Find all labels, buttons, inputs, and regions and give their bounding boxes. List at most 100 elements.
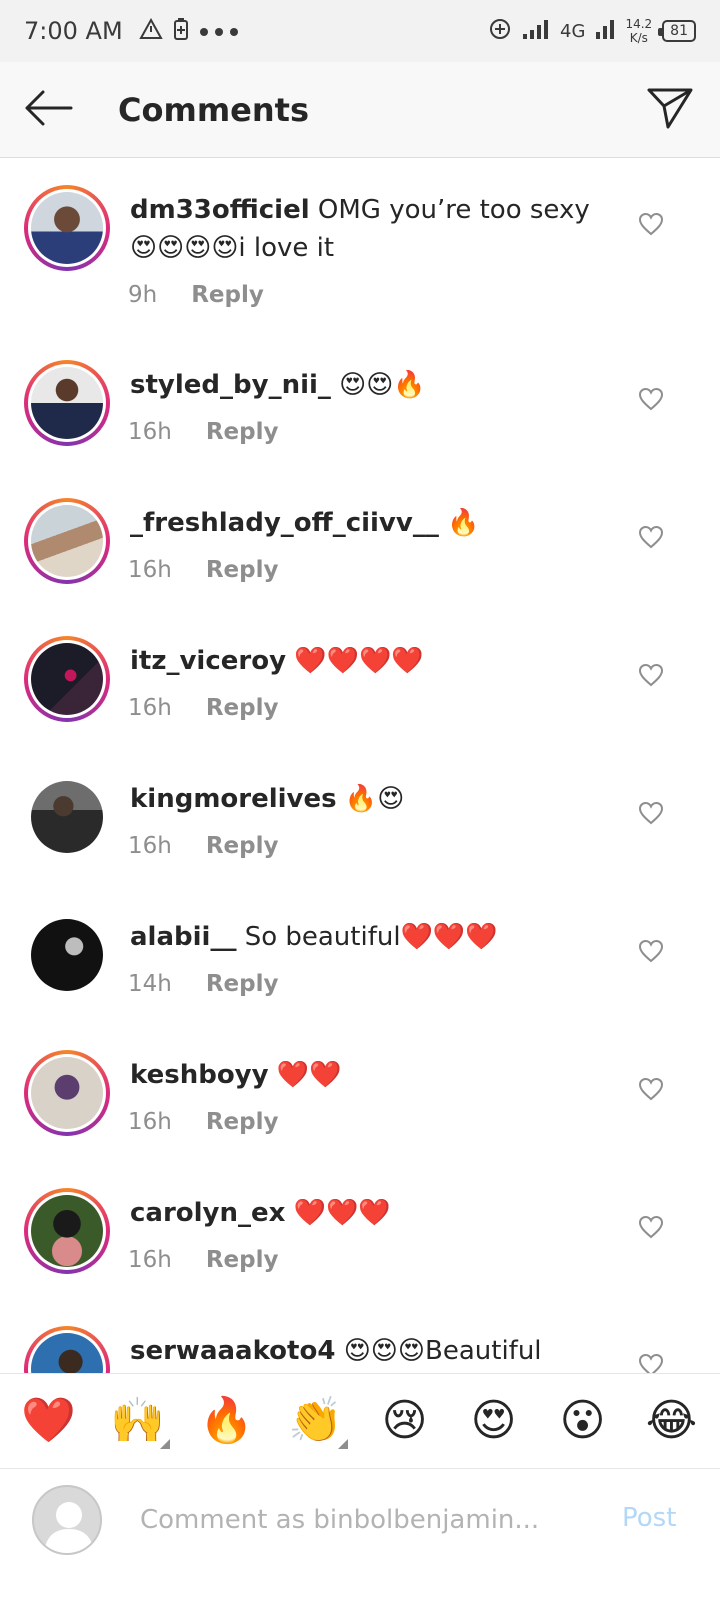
comment-time: 16h xyxy=(128,557,172,583)
comment-item: _freshlady_off_ciivv__ 🔥 16h Reply xyxy=(0,471,720,609)
reply-button[interactable]: Reply xyxy=(206,833,279,859)
comment-time: 14h xyxy=(128,971,172,997)
comment-message: So beautiful❤️❤️❤️ xyxy=(244,922,498,952)
share-button[interactable] xyxy=(644,84,696,136)
heart-outline-icon xyxy=(638,663,664,691)
comment-message: 🔥 xyxy=(447,508,480,538)
like-button[interactable] xyxy=(636,663,666,691)
battery-level: 81 xyxy=(658,20,696,42)
avatar[interactable] xyxy=(24,360,110,446)
comment-meta: 16h Reply xyxy=(128,1109,279,1135)
emoji-quick-bar: ❤️ 🙌 🔥 👏 😢 😍 😮 😂 xyxy=(0,1373,720,1469)
comments-list[interactable]: dm33officiel OMG you’re too sexy😍😍😍😍i lo… xyxy=(0,158,720,1373)
comment-meta: 16h Reply xyxy=(128,419,279,445)
reply-button[interactable]: Reply xyxy=(206,557,279,583)
comment-message: ❤️❤️❤️❤️ xyxy=(294,646,424,676)
network-type-label: 4G xyxy=(560,20,586,42)
heart-outline-icon xyxy=(638,212,664,240)
comment-item: dm33officiel OMG you’re too sexy😍😍😍😍i lo… xyxy=(0,158,720,333)
avatar[interactable] xyxy=(24,636,110,722)
skin-tone-indicator-icon xyxy=(337,1439,348,1449)
emoji-laughing-button[interactable]: 😂 xyxy=(632,1399,712,1443)
reply-button[interactable]: Reply xyxy=(206,1109,279,1135)
comment-username[interactable]: carolyn_ex xyxy=(130,1198,285,1228)
heart-outline-icon xyxy=(638,1077,664,1105)
avatar-image xyxy=(31,367,103,439)
like-button[interactable] xyxy=(636,939,666,967)
avatar[interactable] xyxy=(24,185,110,271)
reply-button[interactable]: Reply xyxy=(206,971,279,997)
avatar[interactable] xyxy=(24,912,110,998)
network-speed-value: 14.2 xyxy=(625,17,653,31)
avatar-image xyxy=(31,505,103,577)
like-button[interactable] xyxy=(636,525,666,553)
comment-message: 😍😍😍Beautiful xyxy=(343,1336,542,1366)
comment-item: keshboyy ❤️❤️ 16h Reply xyxy=(0,1023,720,1161)
comment-username[interactable]: alabii__ xyxy=(130,922,236,952)
like-button[interactable] xyxy=(636,1215,666,1243)
comment-username[interactable]: keshboyy xyxy=(130,1060,269,1090)
heart-outline-icon xyxy=(638,1215,664,1243)
avatar[interactable] xyxy=(24,774,110,860)
emoji-crying-button[interactable]: 😢 xyxy=(365,1399,445,1443)
current-user-avatar xyxy=(32,1485,102,1555)
comment-username[interactable]: itz_viceroy xyxy=(130,646,286,676)
reply-button[interactable]: Reply xyxy=(206,695,279,721)
comment-time: 16h xyxy=(128,695,172,721)
comment-username[interactable]: kingmorelives xyxy=(130,784,337,814)
avatar[interactable] xyxy=(24,498,110,584)
like-button[interactable] xyxy=(636,1077,666,1105)
status-time: 7:00 AM xyxy=(24,17,123,45)
emoji-clap-button[interactable]: 👏 xyxy=(276,1399,356,1449)
reply-button[interactable]: Reply xyxy=(206,1247,279,1273)
comment-input[interactable] xyxy=(140,1497,600,1543)
reply-button[interactable]: Reply xyxy=(206,419,279,445)
emoji-raised-hands-button[interactable]: 🙌 xyxy=(98,1399,178,1449)
comment-meta: 14h Reply xyxy=(128,971,279,997)
comment-item: serwaaakoto4 😍😍😍Beautiful xyxy=(0,1299,720,1373)
avatar[interactable] xyxy=(24,1326,110,1373)
comment-username[interactable]: dm33officiel xyxy=(130,195,310,225)
like-button[interactable] xyxy=(636,212,666,240)
emoji-heart-button[interactable]: ❤️ xyxy=(9,1399,89,1443)
status-left: 7:00 AM xyxy=(24,17,239,46)
heart-outline-icon xyxy=(638,387,664,415)
comment-username[interactable]: styled_by_nii_ xyxy=(130,370,331,400)
heart-outline-icon xyxy=(638,1353,664,1373)
more-dots-icon xyxy=(199,20,239,42)
like-button[interactable] xyxy=(636,387,666,415)
emoji-surprised-button[interactable]: 😮 xyxy=(543,1399,623,1443)
comment-text: dm33officiel OMG you’re too sexy😍😍😍😍i lo… xyxy=(130,191,590,267)
avatar[interactable] xyxy=(24,1050,110,1136)
comment-item: alabii__ So beautiful❤️❤️❤️ 14h Reply xyxy=(0,885,720,1023)
status-notification-icons xyxy=(138,17,239,46)
comment-username[interactable]: _freshlady_off_ciivv__ xyxy=(130,508,439,538)
page-title: Comments xyxy=(118,90,309,129)
like-button[interactable] xyxy=(636,801,666,829)
heart-outline-icon xyxy=(638,525,664,553)
like-button[interactable] xyxy=(636,1353,666,1373)
paper-plane-icon xyxy=(646,86,694,134)
comment-text: alabii__ So beautiful❤️❤️❤️ xyxy=(130,918,590,956)
avatar-image xyxy=(31,643,103,715)
comment-message: ❤️❤️❤️ xyxy=(293,1198,391,1228)
post-button[interactable]: Post xyxy=(622,1503,676,1533)
reply-button[interactable]: Reply xyxy=(191,282,264,308)
avatar-image xyxy=(31,1333,103,1373)
comment-meta: 16h Reply xyxy=(128,695,279,721)
avatar[interactable] xyxy=(24,1188,110,1274)
avatar-image xyxy=(31,919,103,991)
network-speed-unit: K/s xyxy=(629,31,648,45)
back-arrow-icon xyxy=(23,90,73,130)
comment-composer: Post xyxy=(0,1469,720,1600)
signal-icon xyxy=(522,18,550,44)
back-button[interactable] xyxy=(0,62,96,158)
emoji-heart-eyes-button[interactable]: 😍 xyxy=(454,1399,534,1443)
comment-meta: 9h Reply xyxy=(128,282,264,308)
emoji-fire-button[interactable]: 🔥 xyxy=(187,1399,267,1443)
comment-text: keshboyy ❤️❤️ xyxy=(130,1056,590,1094)
comment-message: ❤️❤️ xyxy=(276,1060,342,1090)
app-header: Comments xyxy=(0,62,720,158)
avatar-image xyxy=(31,192,103,264)
comment-username[interactable]: serwaaakoto4 xyxy=(130,1336,335,1366)
